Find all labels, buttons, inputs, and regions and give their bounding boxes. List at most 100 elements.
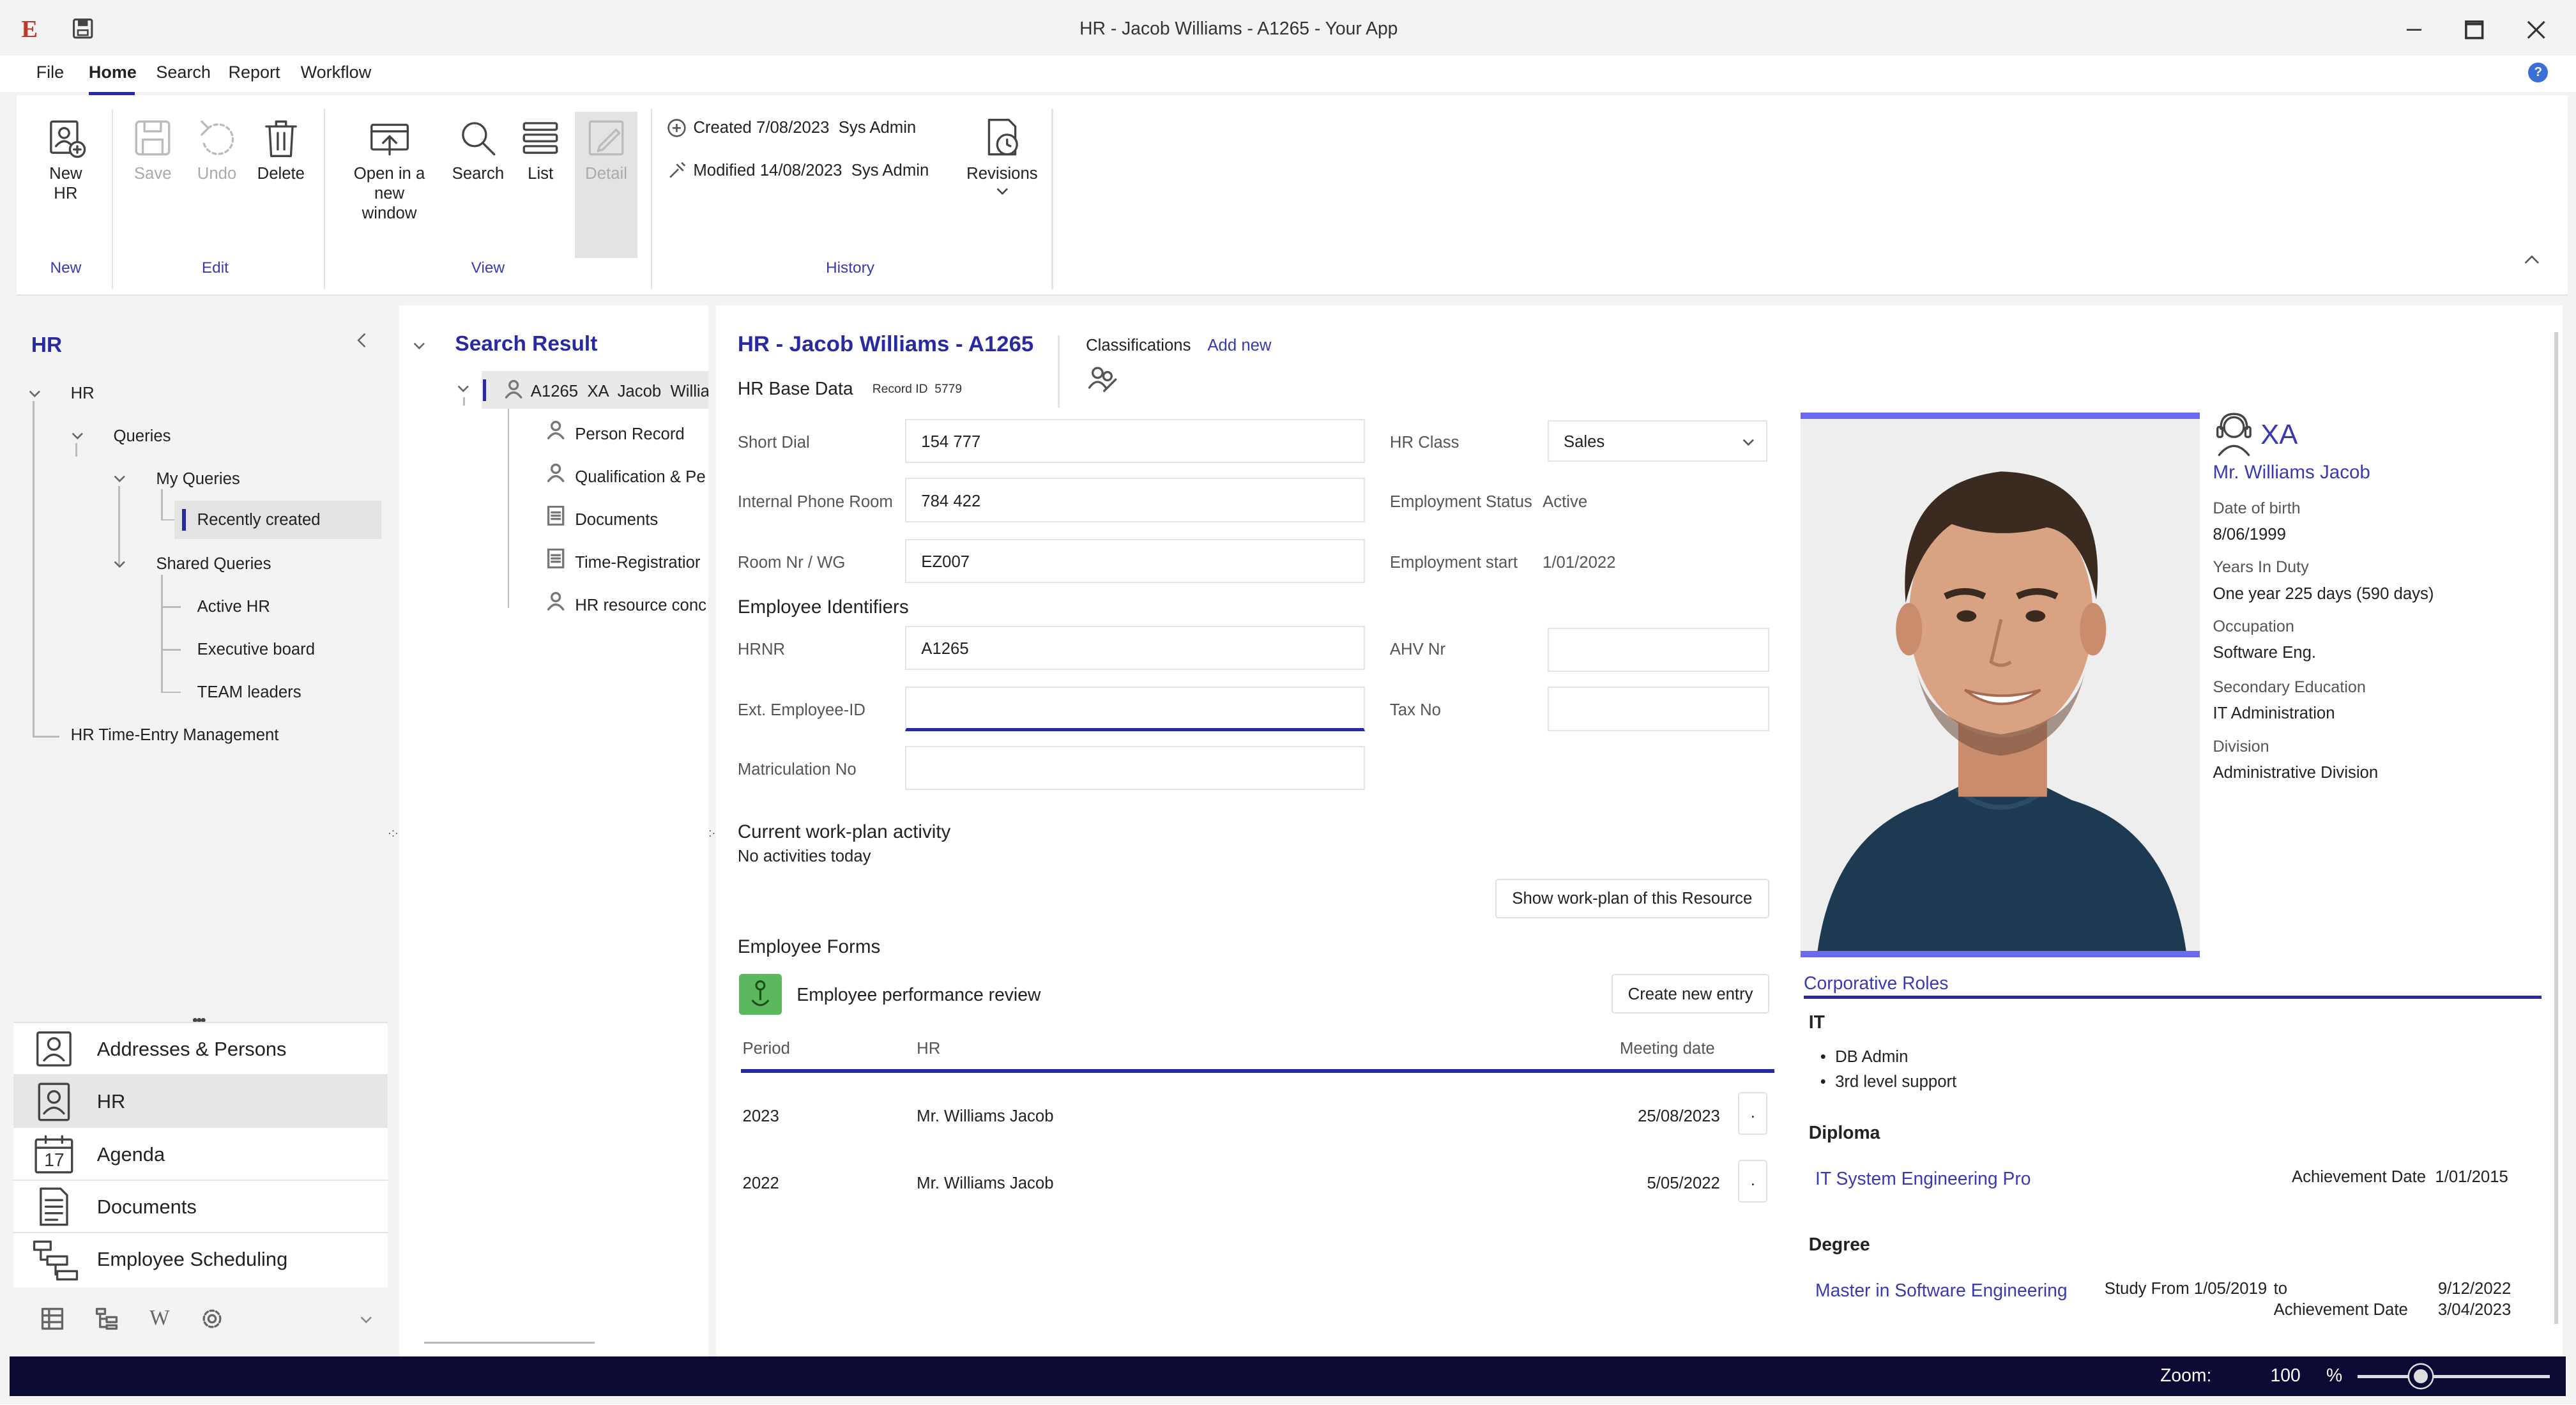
hierarchy-icon[interactable] [95,1307,118,1330]
vertical-scrollbar[interactable] [2554,331,2558,1325]
hr-class-select[interactable]: Sales [1547,420,1768,462]
room-field[interactable]: EZ007 [905,538,1366,584]
menu-workflow[interactable]: Workflow [301,63,372,82]
expand-icon[interactable] [28,390,42,398]
undo-button[interactable]: Undo [192,115,241,184]
degree-title: Degree [1808,1233,1870,1254]
zoom-slider-track[interactable] [2357,1374,2550,1378]
nav-hr[interactable]: HR [13,1074,388,1127]
menu-report[interactable]: Report [229,63,280,82]
matriculation-field[interactable] [905,745,1366,791]
new-hr-button[interactable]: New HR [36,115,96,204]
child-person-record[interactable]: Person Record [575,425,706,444]
menu-file[interactable]: File [36,63,65,82]
hrnr-field[interactable]: A1265 [905,625,1366,671]
maximize-icon[interactable] [2458,13,2490,46]
row-more-button[interactable]: . [1738,1159,1768,1203]
gear-icon[interactable] [201,1307,224,1330]
tree-line [463,397,465,406]
roles-underline [1804,995,2542,999]
expand-icon[interactable] [113,560,126,568]
nav-addresses-persons[interactable]: Addresses & Persons [13,1021,388,1075]
hrnr-label: HRNR [737,641,786,659]
tree-node-recently-created[interactable]: Recently created [174,501,381,539]
collapse-icon[interactable] [413,342,426,350]
short-dial-label: Short Dial [737,434,810,452]
add-classification-link[interactable]: Add new [1207,337,1271,355]
nav-employee-scheduling[interactable]: Employee Scheduling [13,1232,388,1288]
achievement-date: 1/01/2015 [2435,1167,2508,1186]
close-icon[interactable] [2520,13,2552,46]
tree-node-hr[interactable]: HR [71,384,95,403]
panel-splitter[interactable]: ·:· [388,826,399,840]
tree-node-my-queries[interactable]: My Queries [156,470,240,489]
horizontal-scrollbar[interactable] [423,1342,595,1344]
employment-start-label: Employment start [1389,553,1518,572]
nav-label: Employee Scheduling [96,1248,288,1271]
child-qualification[interactable]: Qualification & Pe [575,468,706,487]
it-title: IT [1808,1012,1825,1033]
menu-home[interactable]: Home [89,63,137,82]
minimize-icon[interactable] [2398,13,2431,46]
revisions-button[interactable]: Revisions [961,115,1044,195]
workplan-text: No activities today [737,847,871,866]
new-hr-label: New HR [49,165,82,203]
show-workplan-button[interactable]: Show work-plan of this Resource [1495,879,1770,918]
child-documents[interactable]: Documents [575,511,706,529]
collapse-icon[interactable] [457,384,470,393]
tax-no-field[interactable] [1547,687,1770,731]
col-header-meeting-date[interactable]: Meeting date [1620,1040,1715,1058]
child-time-registration[interactable]: Time-Registratior [575,554,706,572]
ext-employee-id-field[interactable] [905,687,1366,731]
employment-status-label: Employment Status [1389,492,1532,511]
detail-button[interactable]: Detail [575,111,637,258]
nav-documents[interactable]: Documents [13,1179,388,1232]
tree-line [161,489,163,519]
row-more-button[interactable]: . [1738,1092,1768,1135]
tree-node-team-leaders[interactable]: TEAM leaders [197,683,301,702]
expand-icon[interactable] [113,475,126,483]
study-to-label: to [2273,1279,2288,1298]
internal-phone-field[interactable]: 784 422 [905,478,1366,522]
role-label: 3rd level support [1835,1072,1957,1091]
chevron-down-icon[interactable] [360,1316,373,1324]
table-row[interactable]: 2022 Mr. Williams Jacob 5/05/2022 . [739,1155,1774,1212]
created-date: 7/08/2023 [756,119,830,137]
zoom-value[interactable]: 100 [2270,1365,2300,1386]
degree-link[interactable]: Master in Software Engineering [1815,1280,2068,1301]
study-from: Study From 1/05/2019 [2105,1280,2267,1298]
tree-node-time-entry[interactable]: HR Time-Entry Management [71,726,279,745]
search-result-record[interactable]: A1265 XA Jacob Willia [481,371,708,409]
menu-search[interactable]: Search [156,63,211,82]
tree-node-queries[interactable]: Queries [113,427,171,446]
col-header-period[interactable]: Period [743,1040,790,1058]
diploma-link[interactable]: IT System Engineering Pro [1815,1168,2031,1189]
workplan-title: Current work-plan activity [737,821,951,842]
save-button[interactable]: Save [128,115,178,184]
list-button[interactable]: List [517,115,563,184]
new-hr-icon [43,115,89,161]
short-dial-field[interactable]: 154 777 [905,418,1366,464]
table-icon[interactable] [41,1307,64,1330]
tree-node-executive-board[interactable]: Executive board [197,641,315,659]
tree-node-shared-queries[interactable]: Shared Queries [156,555,271,573]
search-label: Search [452,165,505,183]
create-new-entry-button[interactable]: Create new entry [1612,974,1770,1014]
wiki-icon[interactable]: W [149,1306,170,1330]
expand-icon[interactable] [71,432,84,440]
zoom-slider-thumb[interactable] [2409,1365,2433,1388]
nav-agenda[interactable]: 17 Agenda [13,1127,388,1180]
help-icon[interactable]: ? [2528,62,2549,82]
collapse-ribbon-icon[interactable] [2524,255,2540,264]
zoom-label: Zoom: [2160,1365,2212,1386]
tree-node-active-hr[interactable]: Active HR [197,598,270,616]
child-hr-resource[interactable]: HR resource conc [575,596,706,615]
table-row[interactable]: 2023 Mr. Williams Jacob 25/08/2023 . [739,1088,1774,1145]
col-header-hr[interactable]: HR [917,1040,940,1058]
ribbon-separator [111,108,114,289]
collapse-panel-icon[interactable] [355,332,369,349]
open-new-window-button[interactable]: Open in a new window [345,115,434,224]
ahv-field[interactable] [1547,627,1770,672]
search-button[interactable]: Search [448,115,508,184]
delete-button[interactable]: Delete [253,115,309,184]
